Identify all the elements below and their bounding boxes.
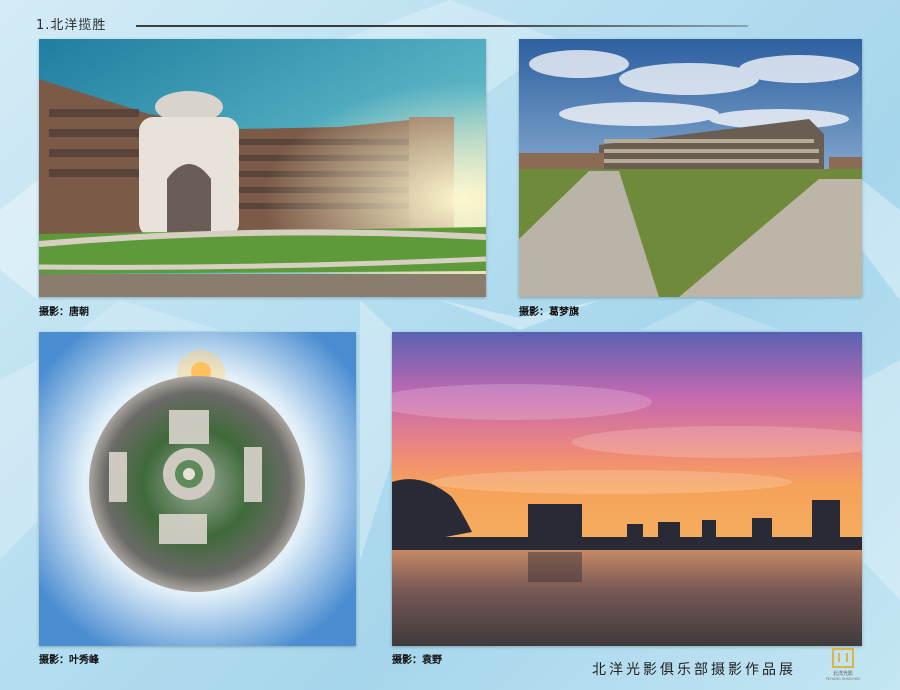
- photo-credit: 摄影：袁野: [392, 655, 442, 666]
- photo-credit: 摄影：叶秀峰: [39, 655, 99, 666]
- photo-credit: 摄影：唐朝: [39, 307, 89, 318]
- section-title: 1.北洋揽胜: [36, 18, 107, 33]
- photo-tiny-planet[interactable]: [39, 332, 356, 646]
- photo-credit: 摄影：葛梦旗: [519, 307, 579, 318]
- photo-lake-sunset[interactable]: [392, 332, 862, 646]
- logo-mark-icon: [832, 648, 854, 668]
- club-logo: 北洋光影 PEIYANG SHADOWS: [824, 648, 862, 686]
- title-divider: [136, 25, 748, 27]
- exhibition-title: 北洋光影俱乐部摄影作品展: [592, 662, 796, 678]
- logo-subtext: PEIYANG SHADOWS: [825, 677, 861, 681]
- photo-memorial-building[interactable]: [39, 39, 486, 297]
- photo-modern-building[interactable]: [519, 39, 862, 297]
- logo-text: 北洋光影: [832, 671, 853, 677]
